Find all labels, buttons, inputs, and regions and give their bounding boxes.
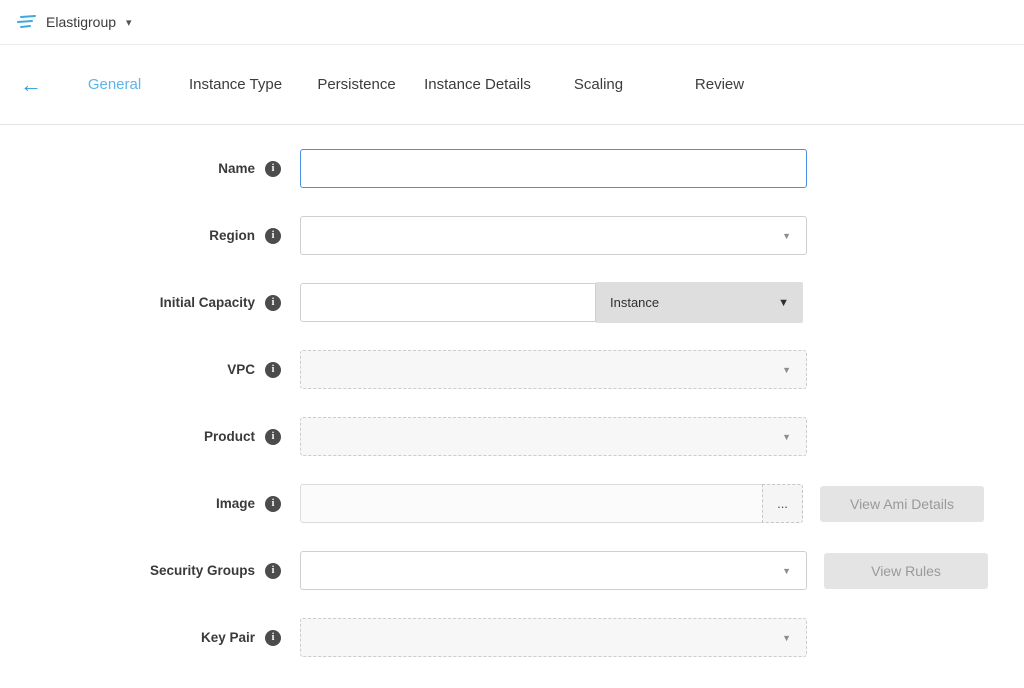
capacity-unit-dropdown[interactable]: Instance ▼: [596, 282, 803, 323]
top-bar: Elastigroup ▾: [0, 0, 1024, 45]
product-dropdown: ▼: [300, 417, 807, 456]
chevron-down-icon: ▼: [782, 566, 791, 576]
initial-capacity-label-cell: Initial Capacity i: [0, 295, 281, 311]
info-icon[interactable]: i: [265, 228, 281, 244]
product-label-cell: Product i: [0, 429, 281, 445]
initial-capacity-input[interactable]: [300, 283, 596, 322]
tab-review[interactable]: Review: [659, 76, 780, 93]
key-pair-label: Key Pair: [201, 630, 255, 645]
form-row-key-pair: Key Pair i ▼: [0, 618, 1024, 657]
chevron-down-icon[interactable]: ▾: [126, 16, 132, 29]
vpc-label-cell: VPC i: [0, 362, 281, 378]
name-input[interactable]: [300, 149, 807, 188]
info-icon[interactable]: i: [265, 362, 281, 378]
region-dropdown[interactable]: ▼: [300, 216, 807, 255]
form-row-image: Image i ... View Ami Details: [0, 484, 1024, 523]
chevron-down-icon: ▼: [782, 633, 791, 643]
key-pair-dropdown: ▼: [300, 618, 807, 657]
capacity-unit-value: Instance: [610, 295, 659, 310]
name-field-cell: [300, 149, 807, 188]
form-row-vpc: VPC i ▼: [0, 350, 1024, 389]
info-icon[interactable]: i: [265, 429, 281, 445]
image-field-cell: ... View Ami Details: [300, 484, 984, 523]
key-pair-field-cell: ▼: [300, 618, 807, 657]
back-arrow-icon[interactable]: ←: [20, 74, 42, 96]
vpc-label: VPC: [227, 362, 255, 377]
region-label: Region: [209, 228, 255, 243]
initial-capacity-field-cell: Instance ▼: [300, 282, 803, 323]
chevron-down-icon: ▼: [782, 365, 791, 375]
vpc-dropdown: ▼: [300, 350, 807, 389]
image-browse-button[interactable]: ...: [762, 484, 803, 523]
general-form: Name i Region i ▼ Initial Capacity i Ins: [0, 125, 1024, 657]
security-groups-label: Security Groups: [150, 563, 255, 578]
region-label-cell: Region i: [0, 228, 281, 244]
info-icon[interactable]: i: [265, 630, 281, 646]
tab-general[interactable]: General: [54, 76, 175, 93]
image-label-cell: Image i: [0, 496, 281, 512]
key-pair-label-cell: Key Pair i: [0, 630, 281, 646]
form-row-product: Product i ▼: [0, 417, 1024, 456]
tab-instance-type[interactable]: Instance Type: [175, 76, 296, 93]
image-label: Image: [216, 496, 255, 511]
initial-capacity-label: Initial Capacity: [160, 295, 255, 310]
view-rules-button[interactable]: View Rules: [824, 553, 988, 589]
product-field-cell: ▼: [300, 417, 807, 456]
info-icon[interactable]: i: [265, 161, 281, 177]
view-ami-details-button[interactable]: View Ami Details: [820, 486, 984, 522]
elastigroup-logo-icon: [15, 13, 37, 31]
region-field-cell: ▼: [300, 216, 807, 255]
security-groups-field-cell: ▼ View Rules: [300, 551, 988, 590]
chevron-down-icon: ▼: [782, 231, 791, 241]
product-switcher[interactable]: Elastigroup: [46, 14, 116, 30]
form-row-name: Name i: [0, 149, 1024, 188]
security-groups-label-cell: Security Groups i: [0, 563, 281, 579]
chevron-down-icon: ▼: [782, 432, 791, 442]
info-icon[interactable]: i: [265, 563, 281, 579]
form-row-region: Region i ▼: [0, 216, 1024, 255]
tab-persistence[interactable]: Persistence: [296, 76, 417, 93]
chevron-down-icon: ▼: [778, 297, 789, 309]
name-label-cell: Name i: [0, 161, 281, 177]
form-row-initial-capacity: Initial Capacity i Instance ▼: [0, 283, 1024, 322]
info-icon[interactable]: i: [265, 295, 281, 311]
name-label: Name: [218, 161, 255, 176]
security-groups-dropdown[interactable]: ▼: [300, 551, 807, 590]
vpc-field-cell: ▼: [300, 350, 807, 389]
form-row-security-groups: Security Groups i ▼ View Rules: [0, 551, 1024, 590]
info-icon[interactable]: i: [265, 496, 281, 512]
product-label: Product: [204, 429, 255, 444]
tab-scaling[interactable]: Scaling: [538, 76, 659, 93]
wizard-tab-bar: ← General Instance Type Persistence Inst…: [0, 45, 1024, 125]
image-input[interactable]: [300, 484, 763, 523]
tab-instance-details[interactable]: Instance Details: [417, 76, 538, 93]
